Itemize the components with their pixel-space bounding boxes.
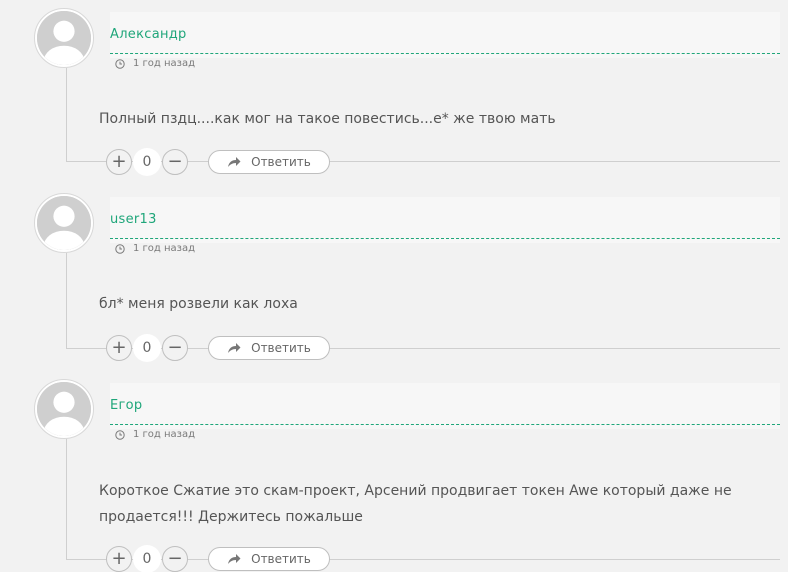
thread-line xyxy=(66,253,67,348)
reply-arrow-icon xyxy=(228,554,241,564)
downvote-button[interactable]: − xyxy=(162,546,188,572)
comment-item: user13 1 год назад бл* меня розвели как … xyxy=(0,193,788,363)
comment-actions: + 0 − Ответить xyxy=(106,545,330,572)
plus-icon: + xyxy=(111,151,127,172)
downvote-button[interactable]: − xyxy=(162,335,188,361)
vote-count: 0 xyxy=(133,545,161,572)
comment-actions: + 0 − Ответить xyxy=(106,148,330,176)
comment-time: 1 год назад xyxy=(133,243,196,254)
upvote-button[interactable]: + xyxy=(106,335,132,361)
comment-time: 1 год назад xyxy=(133,58,196,69)
header-divider xyxy=(110,53,780,54)
comment-author[interactable]: Егор xyxy=(110,398,142,413)
header-divider xyxy=(110,424,780,425)
minus-icon: − xyxy=(167,151,183,172)
avatar[interactable] xyxy=(34,8,94,68)
thread-line xyxy=(66,68,67,162)
comment-meta: 1 год назад xyxy=(115,429,195,440)
comment-header: Александр xyxy=(110,12,780,58)
clock-icon xyxy=(115,243,125,254)
comment-text: бл* меня розвели как лоха xyxy=(99,296,298,312)
reply-label: Ответить xyxy=(251,155,311,169)
comment-header: user13 xyxy=(110,197,780,243)
upvote-button[interactable]: + xyxy=(106,546,132,572)
comment-text: Короткое Сжатие это скам-проект, Арсений… xyxy=(99,483,732,525)
thread-line xyxy=(66,439,67,559)
reply-button[interactable]: Ответить xyxy=(208,547,330,571)
vote-count: 0 xyxy=(133,148,161,176)
vote-count: 0 xyxy=(133,334,161,362)
reply-arrow-icon xyxy=(228,157,241,167)
comment-meta: 1 год назад xyxy=(115,243,195,254)
comment-text: Полный пздц....как мог на такое повестис… xyxy=(99,111,556,127)
upvote-button[interactable]: + xyxy=(106,149,132,175)
reply-arrow-icon xyxy=(228,343,241,353)
comment-author[interactable]: user13 xyxy=(110,212,157,227)
default-user-avatar-icon xyxy=(37,11,91,65)
avatar[interactable] xyxy=(34,193,94,253)
comment-header: Егор xyxy=(110,383,780,429)
minus-icon: − xyxy=(167,548,183,569)
reply-button[interactable]: Ответить xyxy=(208,150,330,174)
comment-item: Александр 1 год назад Полный пздц....как… xyxy=(0,8,788,178)
header-divider xyxy=(110,238,780,239)
comment-actions: + 0 − Ответить xyxy=(106,334,330,362)
comment-meta: 1 год назад xyxy=(115,58,195,69)
plus-icon: + xyxy=(111,337,127,358)
comment-item: Егор 1 год назад Короткое Сжатие это ска… xyxy=(0,379,788,572)
plus-icon: + xyxy=(111,548,127,569)
avatar[interactable] xyxy=(34,379,94,439)
downvote-button[interactable]: − xyxy=(162,149,188,175)
comment-time: 1 год назад xyxy=(133,429,196,440)
clock-icon xyxy=(115,58,125,69)
default-user-avatar-icon xyxy=(37,382,91,436)
reply-button[interactable]: Ответить xyxy=(208,336,330,360)
comment-author[interactable]: Александр xyxy=(110,27,187,42)
default-user-avatar-icon xyxy=(37,196,91,250)
minus-icon: − xyxy=(167,337,183,358)
reply-label: Ответить xyxy=(251,341,311,355)
clock-icon xyxy=(115,429,125,440)
reply-label: Ответить xyxy=(251,552,311,566)
comments-list: Александр 1 год назад Полный пздц....как… xyxy=(0,0,788,572)
